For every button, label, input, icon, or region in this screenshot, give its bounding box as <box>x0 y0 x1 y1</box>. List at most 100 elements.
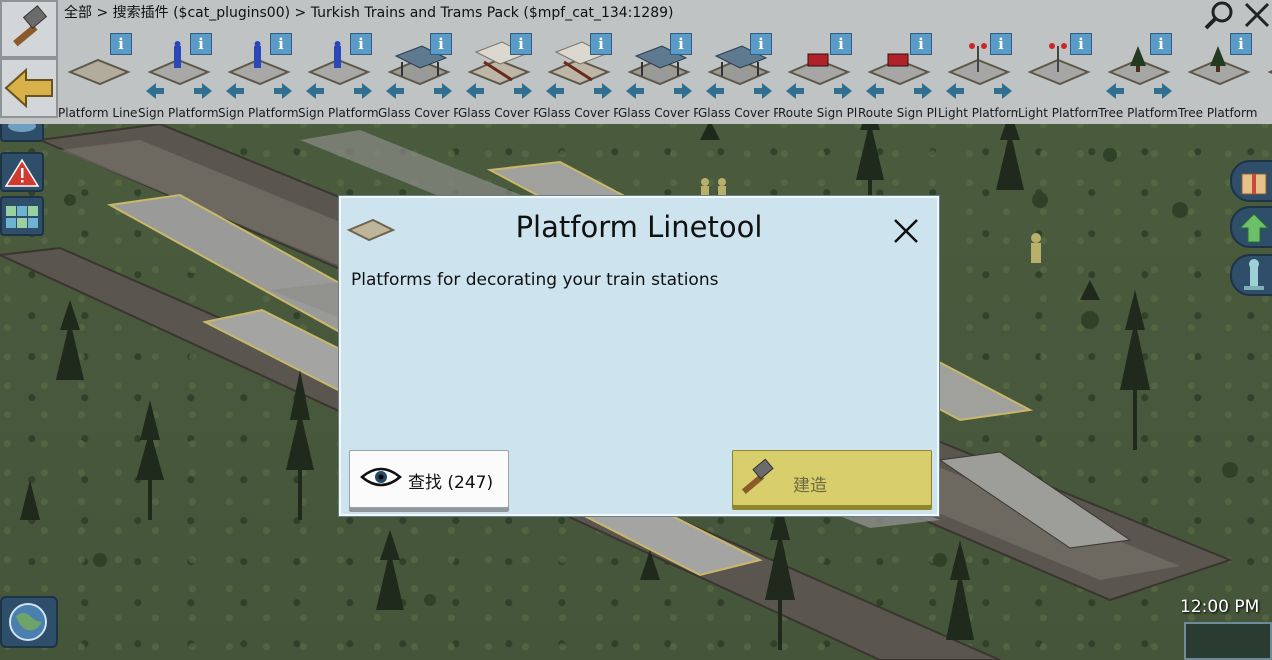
rotate-left-arrow-icon[interactable] <box>864 82 886 100</box>
rotate-right-arrow-icon[interactable] <box>1152 82 1174 100</box>
toolbar-item-label: Glass Cover Plat... <box>458 106 538 120</box>
toolbar-item[interactable]: i Light Platform <box>938 30 1018 124</box>
rotate-right-arrow-icon[interactable] <box>992 82 1014 100</box>
toolbar-item[interactable]: iRo <box>1258 30 1272 124</box>
toolbar-item-label: Light Platform c... <box>1018 106 1098 120</box>
toolbar-item-label: Ro <box>1258 106 1272 120</box>
rotate-left-arrow-icon[interactable] <box>144 82 166 100</box>
side-button-gift[interactable] <box>1230 160 1272 202</box>
rotate-right-arrow-icon[interactable] <box>272 82 294 100</box>
toolbar-item-label: Light Platform <box>938 106 1018 120</box>
rotate-left-arrow-icon[interactable] <box>304 82 326 100</box>
rotate-left-arrow-icon[interactable] <box>784 82 806 100</box>
toolbar-item-label: Glass Cover Plat... <box>698 106 778 120</box>
hammer-icon <box>741 458 774 495</box>
info-icon[interactable]: i <box>430 33 452 55</box>
info-icon[interactable]: i <box>1230 33 1252 55</box>
rotate-right-arrow-icon[interactable] <box>672 82 694 100</box>
dialog-title: Platform Linetool <box>515 210 763 244</box>
toolbar-item[interactable]: i Sign Platform <box>218 30 298 124</box>
rotate-right-arrow-icon[interactable] <box>432 82 454 100</box>
rotate-left-arrow-icon[interactable] <box>544 82 566 100</box>
toolbar-item[interactable]: i Glass Cover Plat... <box>538 30 618 124</box>
rotate-left-arrow-icon[interactable] <box>1104 82 1126 100</box>
build-tool-button[interactable] <box>0 0 58 58</box>
toolbar-item-label: Tree Platform <box>1098 106 1178 120</box>
toolbar-item-label: Glass Cover Plat... <box>538 106 618 120</box>
info-icon[interactable]: i <box>1150 33 1172 55</box>
info-icon[interactable]: i <box>350 33 372 55</box>
info-icon[interactable]: i <box>590 33 612 55</box>
dialog-close-button[interactable] <box>891 216 921 246</box>
toolbar-item[interactable]: i Light Platform c... <box>1018 30 1098 124</box>
dialog-description: Platforms for decorating your train stat… <box>351 270 719 290</box>
side-button-globe[interactable] <box>0 596 58 648</box>
toolbar-item[interactable]: i Glass Cover Plat... <box>618 30 698 124</box>
info-icon[interactable]: i <box>510 33 532 55</box>
rotate-left-arrow-icon[interactable] <box>464 82 486 100</box>
toolbar-item[interactable]: i Sign Platform <box>298 30 378 124</box>
close-icon[interactable] <box>1242 0 1272 30</box>
toolbar-item[interactable]: i Route Sign Platf... <box>858 30 938 124</box>
toolbar-item[interactable]: i Platform Linetool <box>58 30 138 124</box>
info-icon[interactable]: i <box>990 33 1012 55</box>
info-icon[interactable]: i <box>190 33 212 55</box>
globe-icon <box>9 603 47 641</box>
toolbar-item[interactable]: i Tree Platform <box>1098 30 1178 124</box>
toolbar-item[interactable]: i Glass Cover Plat... <box>458 30 538 124</box>
toolbar-item[interactable]: i Glass Cover Plat... <box>378 30 458 124</box>
rotate-right-arrow-icon[interactable] <box>912 82 934 100</box>
rotate-left-arrow-icon[interactable] <box>624 82 646 100</box>
game-clock: 12:00 PM <box>1180 597 1260 617</box>
build-button[interactable]: 建造 <box>732 450 932 506</box>
build-button-label: 建造 <box>793 476 827 496</box>
search-icon[interactable] <box>1202 0 1236 30</box>
side-button-up[interactable] <box>1230 206 1272 248</box>
back-arrow-icon <box>4 67 53 109</box>
gift-icon <box>1241 173 1267 195</box>
info-icon[interactable]: i <box>750 33 772 55</box>
rotate-left-arrow-icon[interactable] <box>704 82 726 100</box>
rotate-right-arrow-icon[interactable] <box>592 82 614 100</box>
side-button-warning[interactable] <box>0 152 44 192</box>
eye-icon <box>360 467 402 487</box>
rotate-right-arrow-icon[interactable] <box>352 82 374 100</box>
toolbar-item-label: Glass Cover Plat... <box>618 106 698 120</box>
minimap[interactable] <box>1184 622 1272 660</box>
toolbar-item-label: Tree Platform c... <box>1178 106 1258 120</box>
info-icon[interactable]: i <box>910 33 932 55</box>
info-icon[interactable]: i <box>1070 33 1092 55</box>
toolbar-item-label: Sign Platform <box>138 106 218 120</box>
rotate-right-arrow-icon[interactable] <box>752 82 774 100</box>
back-button[interactable] <box>0 58 58 118</box>
side-button-statue[interactable] <box>1230 254 1272 296</box>
info-icon[interactable]: i <box>110 33 132 55</box>
grid-chart-icon <box>6 206 38 228</box>
info-icon[interactable]: i <box>670 33 692 55</box>
object-info-dialog: Platform Linetool Platforms for decorati… <box>339 196 939 516</box>
info-icon[interactable]: i <box>270 33 292 55</box>
rotate-left-arrow-icon[interactable] <box>224 82 246 100</box>
warning-icon <box>4 158 40 187</box>
toolbar-item[interactable]: i Route Sign Platf... <box>778 30 858 124</box>
info-icon[interactable]: i <box>830 33 852 55</box>
statue-icon <box>1244 259 1264 290</box>
toolbar-item-label: Route Sign Platf... <box>858 106 938 120</box>
find-button-label: 查找 (247) <box>408 473 494 493</box>
find-button[interactable]: 查找 (247) <box>349 450 509 508</box>
side-button-grid[interactable] <box>0 196 44 236</box>
toolbar-item[interactable]: i Tree Platform c... <box>1178 30 1258 124</box>
rotate-right-arrow-icon[interactable] <box>832 82 854 100</box>
toolbar-items: i Platform Linetool i Sign Platform i Sign Pl… <box>58 30 1272 124</box>
hammer-icon <box>13 5 48 47</box>
rotate-right-arrow-icon[interactable] <box>512 82 534 100</box>
build-toolbar: 全部 > 搜索插件 ($cat_plugins00) > Turkish Tra… <box>0 0 1272 124</box>
toolbar-item[interactable]: i Sign Platform <box>138 30 218 124</box>
toolbar-item[interactable]: i Glass Cover Plat... <box>698 30 778 124</box>
rotate-left-arrow-icon[interactable] <box>944 82 966 100</box>
rotate-right-arrow-icon[interactable] <box>192 82 214 100</box>
item-thumbnail-icon <box>1267 70 1272 74</box>
rotate-left-arrow-icon[interactable] <box>384 82 406 100</box>
breadcrumb: 全部 > 搜索插件 ($cat_plugins00) > Turkish Tra… <box>64 5 674 21</box>
toolbar-item-label: Glass Cover Plat... <box>378 106 458 120</box>
